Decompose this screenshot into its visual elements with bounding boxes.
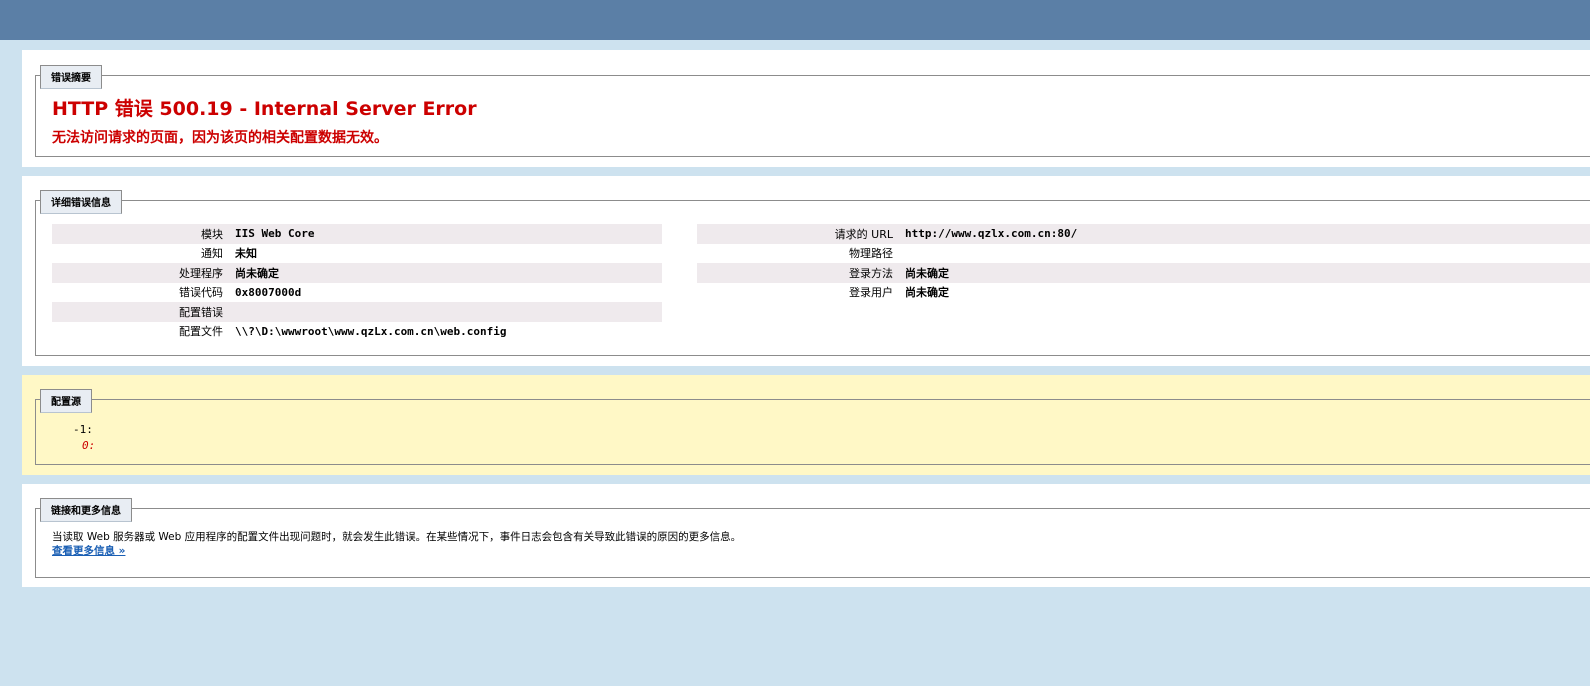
detail-label: 请求的 URL [697, 224, 905, 244]
detail-row-request-url: 请求的 URL http://www.qzlx.com.cn:80/ [697, 224, 1590, 244]
detail-value: http://www.qzlx.com.cn:80/ [905, 224, 1590, 244]
detail-label: 配置错误 [52, 302, 235, 322]
detailed-error-panel: 详细错误信息 模块 IIS Web Core 通知 未知 处理程序 尚未确定 错… [22, 176, 1590, 366]
detail-label: 处理程序 [52, 263, 235, 283]
config-source-code: -1: 0: [73, 422, 95, 454]
detail-label: 物理路径 [849, 247, 893, 261]
error-summary-panel: 错误摘要 HTTP 错误 500.19 - Internal Server Er… [22, 50, 1590, 167]
error-summary-fieldset: 错误摘要 HTTP 错误 500.19 - Internal Server Er… [35, 65, 1590, 157]
detail-label: 错误代码 [179, 286, 223, 300]
config-source-fieldset: 配置源 -1: 0: [35, 389, 1590, 465]
detail-value: 尚未确定 [905, 263, 1590, 283]
detail-label: 登录方法 [697, 263, 905, 283]
detail-row-physical-path: 物理路径 [697, 244, 1590, 264]
header-bar [0, 0, 1590, 40]
detail-label: 模块 [52, 224, 235, 244]
error-subtitle: 无法访问请求的页面，因为该页的相关配置数据无效。 [52, 130, 388, 146]
error-title: HTTP 错误 500.19 - Internal Server Error [52, 98, 477, 120]
error-summary-legend: 错误摘要 [40, 65, 102, 89]
details-table-left: 模块 IIS Web Core 通知 未知 处理程序 尚未确定 错误代码 0x8… [52, 224, 662, 341]
detail-value [905, 244, 1590, 264]
detail-value: 0x8007000d [235, 285, 302, 299]
config-source-panel: 配置源 -1: 0: [22, 375, 1590, 475]
detail-value: IIS Web Core [235, 224, 662, 244]
detail-value: 尚未确定 [235, 263, 662, 283]
detail-label: 通知 [201, 247, 223, 261]
detailed-error-legend: 详细错误信息 [40, 190, 122, 214]
detail-row-logon-method: 登录方法 尚未确定 [697, 263, 1590, 283]
more-info-panel: 链接和更多信息 当读取 Web 服务器或 Web 应用程序的配置文件出现问题时，… [22, 484, 1590, 587]
detail-value: 未知 [235, 247, 257, 261]
config-line-neg1: -1: [73, 423, 93, 436]
detail-row-notification: 通知 未知 [52, 244, 662, 264]
detail-row-logon-user: 登录用户 尚未确定 [697, 283, 1590, 303]
config-source-legend: 配置源 [40, 389, 92, 413]
more-info-legend: 链接和更多信息 [40, 498, 132, 522]
detail-value: \\?\D:\wwwroot\www.qzLx.com.cn\web.confi… [235, 324, 507, 338]
detailed-error-fieldset: 详细错误信息 模块 IIS Web Core 通知 未知 处理程序 尚未确定 错… [35, 190, 1590, 356]
config-line-zero: 0: [82, 439, 96, 452]
detail-row-config-file: 配置文件 \\?\D:\wwwroot\www.qzLx.com.cn\web.… [52, 322, 662, 342]
detail-label: 配置文件 [179, 325, 223, 339]
detail-row-module: 模块 IIS Web Core [52, 224, 662, 244]
more-info-fieldset: 链接和更多信息 当读取 Web 服务器或 Web 应用程序的配置文件出现问题时，… [35, 498, 1590, 578]
detail-value: 尚未确定 [905, 286, 949, 300]
details-table-right: 请求的 URL http://www.qzlx.com.cn:80/ 物理路径 … [697, 224, 1590, 302]
detail-row-config-error: 配置错误 [52, 302, 662, 322]
detail-row-handler: 处理程序 尚未确定 [52, 263, 662, 283]
detail-row-error-code: 错误代码 0x8007000d [52, 283, 662, 303]
detail-value [235, 302, 662, 322]
more-info-text: 当读取 Web 服务器或 Web 应用程序的配置文件出现问题时，就会发生此错误。… [52, 531, 742, 543]
detail-label: 登录用户 [849, 286, 893, 300]
view-more-info-link[interactable]: 查看更多信息 » [52, 543, 125, 558]
